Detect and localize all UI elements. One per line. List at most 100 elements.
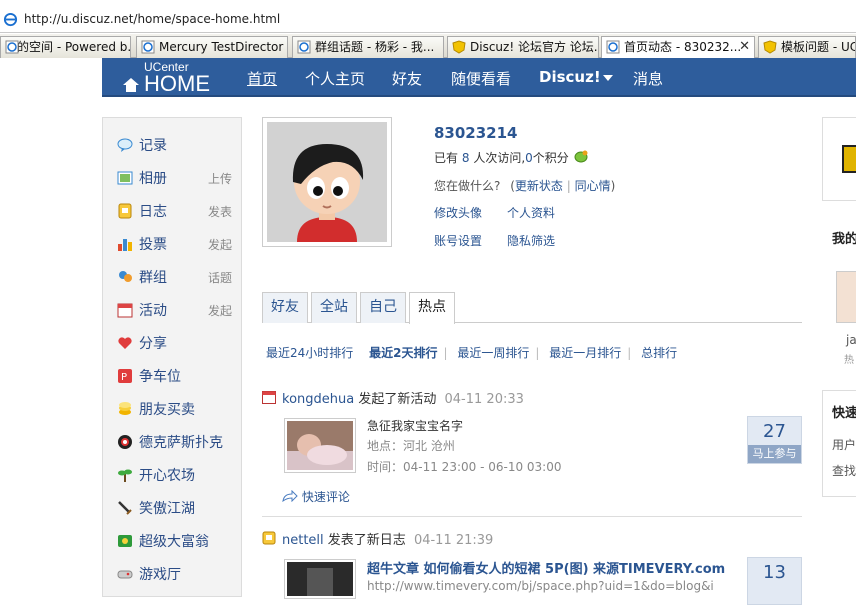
nav-discuz[interactable]: Discuz! — [539, 68, 601, 86]
notebook-icon — [118, 203, 132, 219]
username[interactable]: 83023214 — [434, 124, 518, 142]
update-status-link[interactable]: 更新状态 — [515, 179, 563, 193]
address-bar[interactable]: http://u.discuz.net/home/space-home.html — [0, 0, 856, 33]
browser-tab[interactable]: Mercury TestDirector 8... — [136, 36, 288, 58]
discuz-favicon-icon — [452, 40, 466, 54]
divider — [262, 516, 802, 517]
sidebar: 记录 相册 上传 日志 发表 投票 发起 群组 话题 活动 发起 分享 P 争车… — [102, 117, 242, 597]
url-text[interactable]: http://u.discuz.net/home/space-home.html — [24, 12, 280, 26]
sidebar-item-farm[interactable]: 开心农场 — [117, 465, 232, 485]
nav-personal-page[interactable]: 个人主页 — [305, 68, 365, 89]
upload-link[interactable]: 上传 — [208, 170, 232, 187]
blog-url[interactable]: http://www.timevery.com/bj/space.php?uid… — [367, 579, 714, 593]
tab-friends[interactable]: 好友 — [262, 292, 308, 323]
chevron-down-icon[interactable] — [603, 75, 613, 81]
post-blog-link[interactable]: 发表 — [208, 203, 232, 220]
blog-thumbnail[interactable] — [284, 559, 356, 599]
sidebar-item-monopoly[interactable]: 超级大富翁 — [117, 531, 232, 551]
nav-messages[interactable]: 消息 — [633, 68, 663, 89]
parking-icon: P — [118, 369, 132, 383]
app-promo-box[interactable] — [822, 117, 856, 201]
feed-time: 04-11 20:33 — [444, 392, 524, 407]
sidebar-item-album[interactable]: 相册 上传 — [117, 168, 232, 188]
browser-tab[interactable]: 模板问题 - UCe — [758, 36, 856, 58]
sidebar-item-parking[interactable]: P 争车位 — [117, 366, 232, 386]
mood-link[interactable]: 同心情 — [575, 179, 611, 193]
page-icon — [141, 40, 155, 54]
quick-box-title: 快速 — [832, 406, 856, 421]
sidebar-item-record[interactable]: 记录 — [117, 135, 232, 155]
ranking-tabs: 最近24小时排行 最近2天排行 | 最近一周排行 | 最近一月排行 | 总排行 — [266, 344, 678, 361]
event-location: 地点：河北 沧州 — [367, 439, 455, 453]
nav-browse[interactable]: 随便看看 — [451, 68, 511, 89]
feed-user-link[interactable]: nettell — [282, 533, 324, 548]
photo-icon — [117, 171, 133, 185]
participant-count[interactable]: 27 马上参与 — [747, 416, 802, 464]
sidebar-item-trade[interactable]: 朋友买卖 — [117, 399, 232, 419]
reply-count[interactable]: 13 — [747, 557, 802, 605]
avatar[interactable] — [262, 117, 392, 247]
account-settings-link[interactable]: 账号设置 — [434, 232, 482, 249]
sidebar-item-group[interactable]: 群组 话题 — [117, 267, 232, 287]
calendar-icon — [262, 391, 276, 404]
tab-label: 群组话题 - 杨彩 - 我... — [315, 40, 435, 54]
battery-icon — [842, 145, 856, 173]
sidebar-item-jianghu[interactable]: 笑傲江湖 — [117, 498, 232, 518]
baby-photo-image — [287, 421, 353, 470]
start-poll-link[interactable]: 发起 — [208, 236, 232, 253]
join-now-button[interactable]: 马上参与 — [748, 445, 801, 463]
cartoon-avatar-image — [267, 122, 387, 242]
coins-icon — [119, 402, 131, 415]
browser-tab[interactable]: 我的空间 - Powered b... — [0, 36, 131, 58]
visit-count[interactable]: 8 — [462, 151, 470, 165]
profile-info-link[interactable]: 个人资料 — [507, 204, 555, 221]
rank-2d[interactable]: 最近2天排行 — [369, 344, 437, 361]
edit-avatar-link[interactable]: 修改头像 — [434, 204, 482, 221]
browser-tab[interactable]: 群组话题 - 杨彩 - 我... — [292, 36, 444, 58]
tab-hot[interactable]: 热点 — [409, 292, 455, 324]
discuz-favicon-icon — [763, 40, 777, 54]
browser-tab-active[interactable]: 首页动态 - 830232... ✕ — [601, 36, 755, 59]
leaf-icon — [574, 150, 588, 163]
topic-link[interactable]: 话题 — [208, 269, 232, 286]
start-event-link[interactable]: 发起 — [208, 302, 232, 319]
rank-all[interactable]: 总排行 — [641, 344, 677, 361]
tab-self[interactable]: 自己 — [360, 292, 406, 323]
tab-label: 模板问题 - UCe — [781, 40, 855, 54]
sidebar-item-blog[interactable]: 日志 发表 — [117, 201, 232, 221]
rank-month[interactable]: 最近一月排行 — [549, 344, 621, 361]
rank-24h[interactable]: 最近24小时排行 — [266, 344, 353, 361]
sidebar-item-poker[interactable]: 德克萨斯扑克 — [117, 432, 232, 452]
heart-icon — [118, 337, 132, 349]
quick-item-find[interactable]: 查找 — [832, 462, 856, 479]
sidebar-item-arcade[interactable]: 游戏厅 — [117, 564, 232, 584]
event-title[interactable]: 急征我家宝宝名字 — [367, 417, 463, 434]
tab-label: 首页动态 - 830232... — [624, 40, 742, 54]
quick-item-user[interactable]: 用户 — [832, 436, 856, 453]
tab-label: Discuz! 论坛官方 论坛... — [470, 40, 599, 54]
rank-week[interactable]: 最近一周排行 — [457, 344, 529, 361]
page-icon — [297, 40, 311, 54]
gamepad-icon — [117, 570, 133, 579]
sidebar-item-share[interactable]: 分享 — [117, 333, 232, 353]
browser-tab[interactable]: Discuz! 论坛官方 论坛... — [447, 36, 599, 58]
page-icon — [606, 40, 620, 54]
nav-home[interactable]: 首页 — [247, 68, 277, 89]
feed-user-link[interactable]: kongdehua — [282, 392, 354, 407]
nav-friends[interactable]: 好友 — [392, 68, 422, 89]
quick-comment-button[interactable]: 快速评论 — [282, 488, 350, 505]
right-section-title: 我的 — [832, 232, 856, 247]
sidebar-item-poll[interactable]: 投票 发起 — [117, 234, 232, 254]
friend-name[interactable]: ja — [846, 333, 856, 347]
event-thumbnail[interactable] — [284, 418, 356, 473]
tab-all-site[interactable]: 全站 — [311, 292, 357, 323]
privacy-link[interactable]: 隐私筛选 — [507, 232, 555, 249]
blog-title-link[interactable]: 超牛文章 如何偷看女人的短裙 5P(图) 来源TIMEVERY.com — [367, 558, 725, 577]
close-icon[interactable]: ✕ — [739, 37, 750, 57]
browser-tab-bar: 我的空间 - Powered b... Mercury TestDirector… — [0, 34, 856, 59]
blog-photo-image — [287, 562, 353, 596]
sidebar-item-event[interactable]: 活动 发起 — [117, 300, 232, 320]
points-count[interactable]: 0 — [525, 151, 533, 165]
money-icon — [118, 535, 132, 547]
friend-avatar[interactable] — [836, 271, 856, 323]
